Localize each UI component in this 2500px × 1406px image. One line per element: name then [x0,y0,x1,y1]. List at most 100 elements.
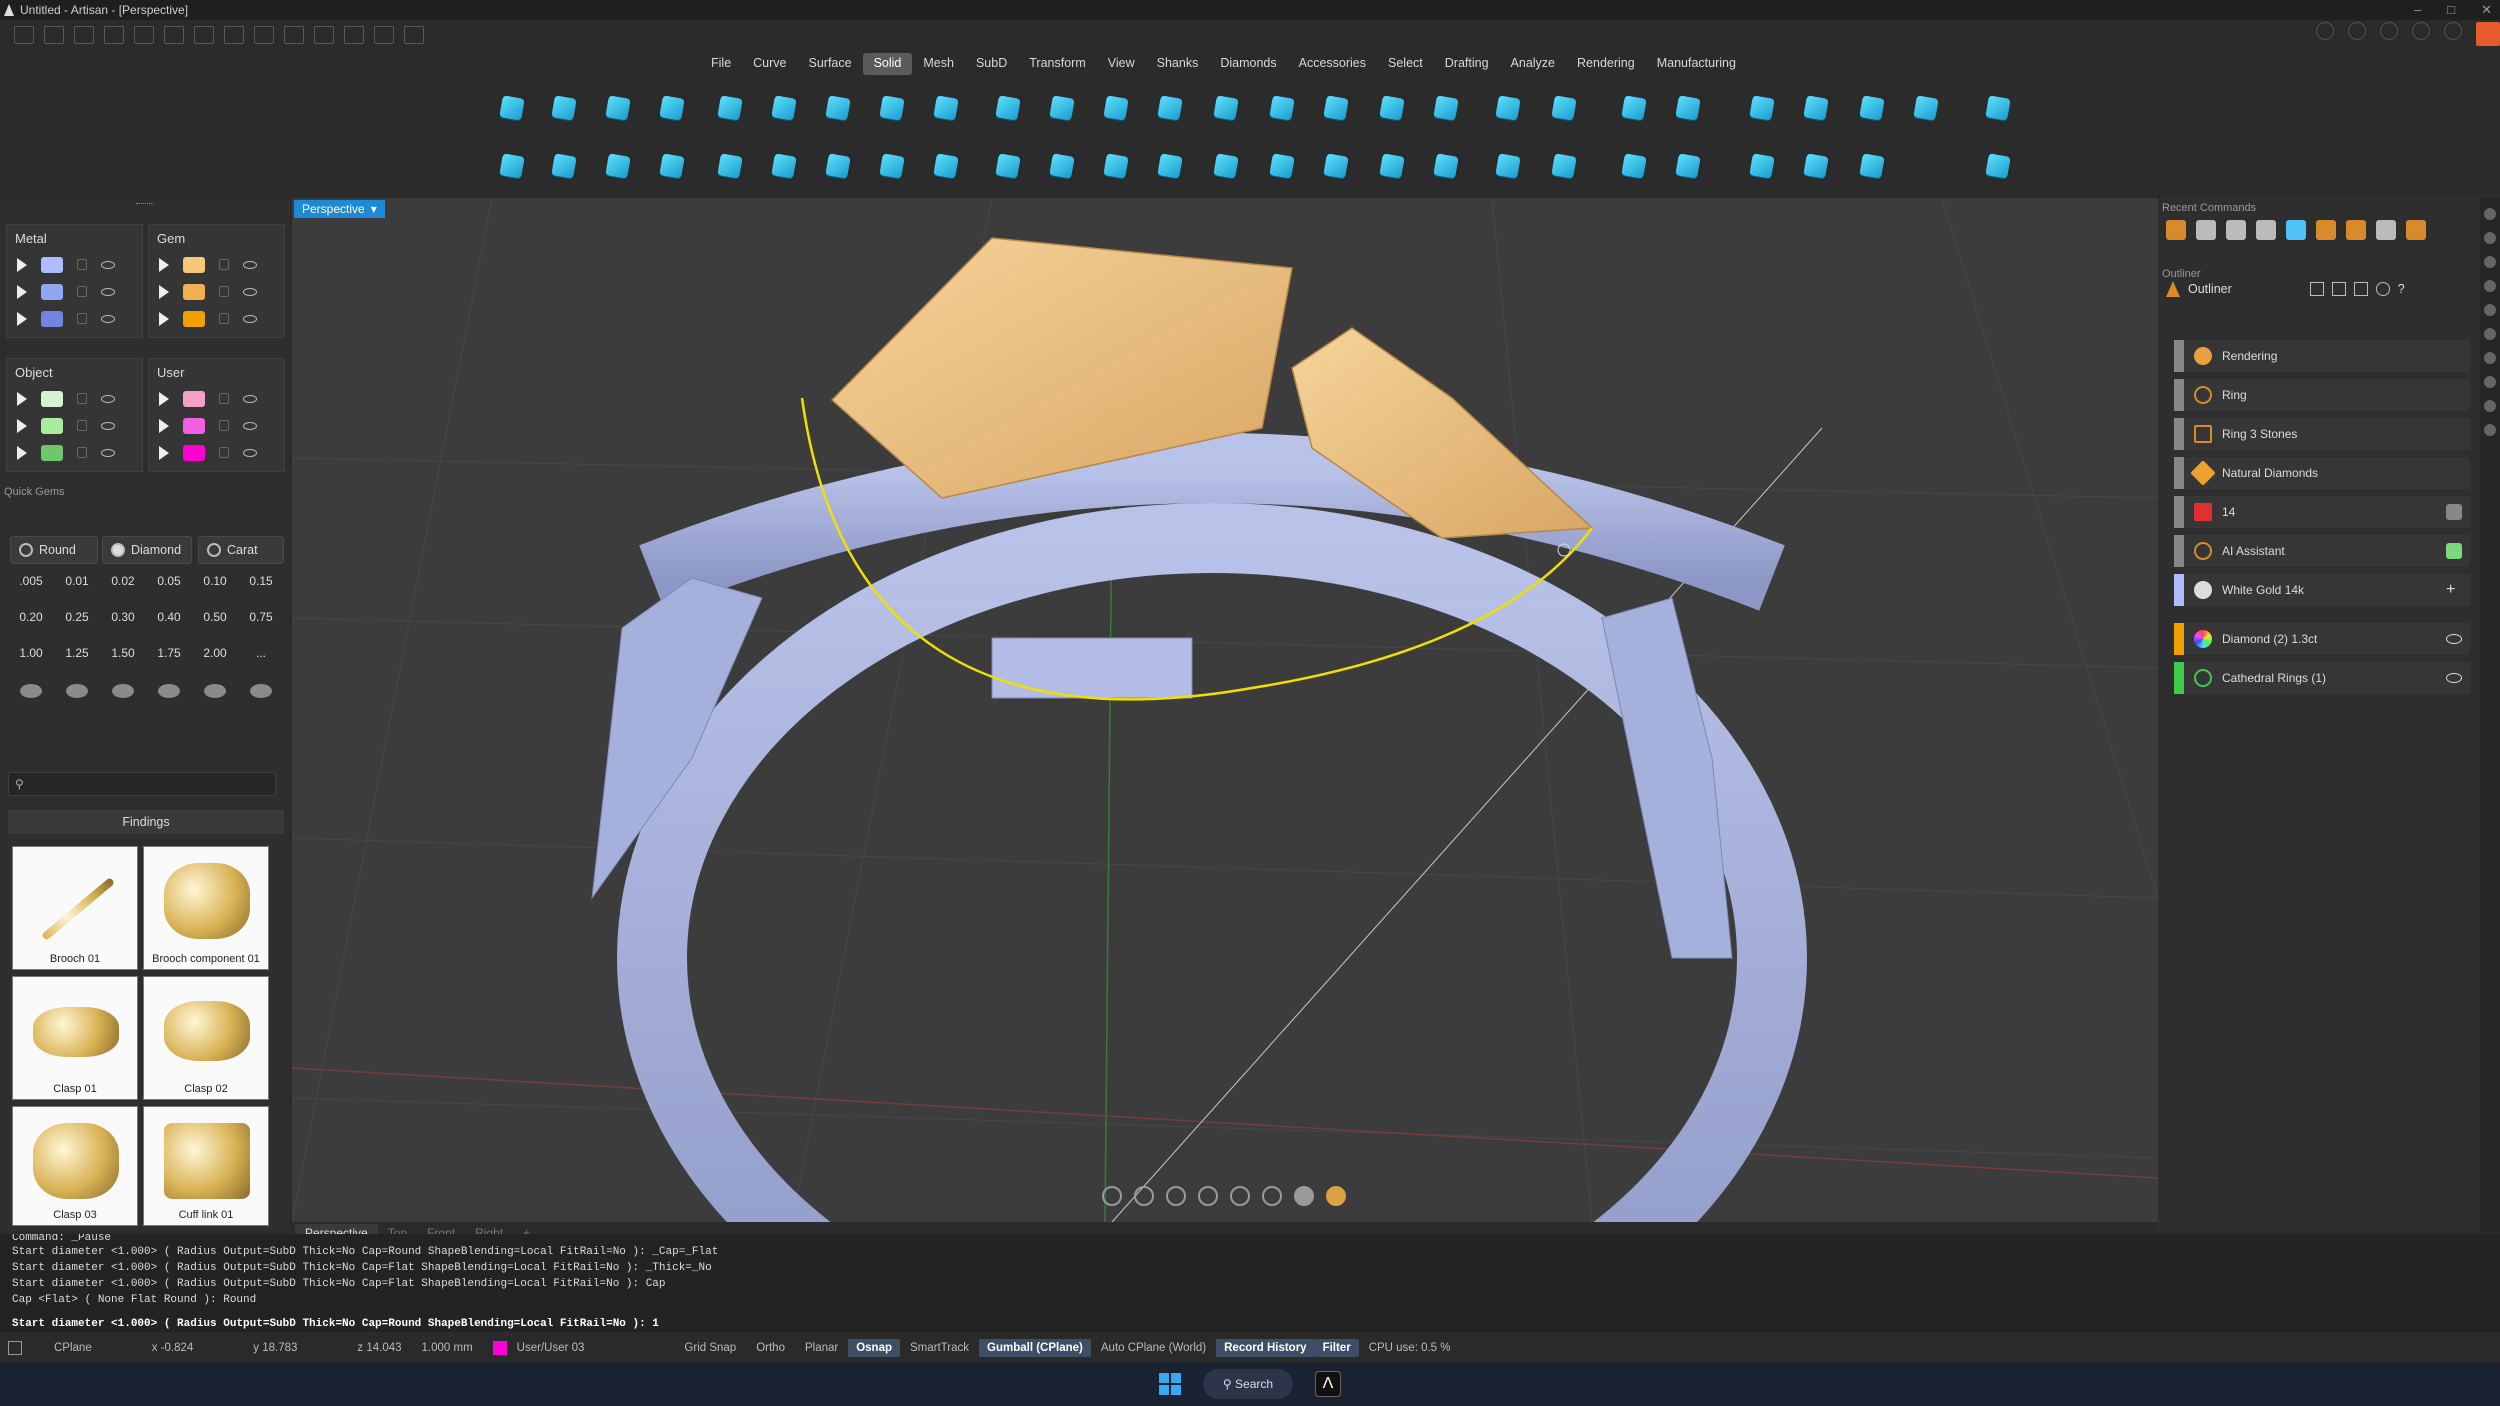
solid-tool-icon[interactable] [818,146,858,186]
current-layer[interactable]: User/User 03 [507,1342,595,1354]
layer-color-swatch[interactable] [41,390,63,407]
status-panel-icon[interactable] [8,1341,22,1355]
lock-icon[interactable] [219,313,229,324]
layer-row[interactable] [149,385,284,412]
lock-icon[interactable] [219,259,229,270]
play-icon[interactable] [159,391,169,406]
solid-tool-icon[interactable] [1852,88,1892,128]
gem-size-button[interactable]: 0.40 [146,606,192,628]
gem-size-button[interactable]: 0.10 [192,570,238,592]
tab-round[interactable]: Round [10,536,98,564]
solid-tool-icon[interactable] [764,146,804,186]
solid-tool-icon[interactable] [926,88,966,128]
open-recent-icon[interactable] [104,26,124,44]
lock-icon[interactable] [219,393,229,404]
menu-select[interactable]: Select [1377,53,1434,75]
gem-size-button[interactable]: 1.25 [54,642,100,664]
library-item[interactable]: Brooch component 01 [143,846,269,970]
solid-tool-icon[interactable] [652,146,692,186]
copy-icon[interactable] [314,26,334,44]
hat-icon[interactable] [2446,504,2462,520]
layer-color-swatch[interactable] [183,417,205,434]
gem-size-button[interactable]: 2.00 [192,642,238,664]
library-item[interactable]: Brooch 01 [12,846,138,970]
menu-rendering[interactable]: Rendering [1566,53,1646,75]
play-icon[interactable] [17,391,27,406]
gumball-toggle[interactable]: Gumball (CPlane) [979,1339,1091,1357]
gem-size-button[interactable]: 0.05 [146,570,192,592]
menu-accessories[interactable]: Accessories [1288,53,1377,75]
auto-cplane-toggle[interactable]: Auto CPlane (World) [1091,1342,1216,1354]
redo-icon[interactable] [164,26,184,44]
lock-icon[interactable] [77,313,87,324]
grid-snap-toggle[interactable]: Grid Snap [674,1342,746,1354]
recent-command-icon[interactable] [2406,220,2426,240]
gem-size-button[interactable]: 0.01 [54,570,100,592]
gem-size-button[interactable]: 1.75 [146,642,192,664]
gem-size-button[interactable]: .005 [8,570,54,592]
layer-row[interactable] [7,278,142,305]
recent-command-icon[interactable] [2316,220,2336,240]
globe-icon[interactable] [1230,1186,1250,1206]
layer-color-swatch[interactable] [41,283,63,300]
solid-tool-icon[interactable] [1262,146,1302,186]
eye-icon[interactable] [2446,634,2462,644]
green-square-icon[interactable] [2446,543,2462,559]
solid-tool-icon[interactable] [1150,88,1190,128]
library-search-input[interactable]: ⚲ [8,772,276,796]
tab-diamond[interactable]: Diamond [102,536,192,564]
recent-command-icon[interactable] [2256,220,2276,240]
lock-icon[interactable] [77,447,87,458]
solid-tool-icon[interactable] [492,146,532,186]
outliner-row-diamond[interactable]: Diamond (2) 1.3ct [2174,623,2470,655]
lock-icon[interactable] [77,259,87,270]
panel-icon[interactable] [2484,424,2496,436]
help-icon[interactable]: ? [2398,282,2405,296]
menu-drafting[interactable]: Drafting [1434,53,1500,75]
solid-tool-icon[interactable] [1614,146,1654,186]
solid-tool-icon[interactable] [544,88,584,128]
solid-tool-icon[interactable] [1372,146,1412,186]
solid-tool-icon[interactable] [1426,88,1466,128]
layer-color-swatch[interactable] [183,390,205,407]
play-icon[interactable] [17,445,27,460]
gem-size-button[interactable]: 0.75 [238,606,284,628]
panel-icon[interactable] [2484,328,2496,340]
layer-color-swatch[interactable] [183,256,205,273]
perspective-viewport[interactable] [292,198,2158,1222]
minimize-button[interactable]: – [2414,2,2421,18]
recent-command-icon[interactable] [2346,220,2366,240]
undo-icon[interactable] [134,26,154,44]
solid-tool-icon[interactable] [598,146,638,186]
cplane-label[interactable]: CPlane [44,1342,102,1354]
gem-size-button[interactable]: 1.00 [8,642,54,664]
library-item[interactable]: Clasp 02 [143,976,269,1100]
recent-command-icon[interactable] [2196,220,2216,240]
layer-row[interactable] [149,412,284,439]
eye-icon[interactable] [101,260,115,269]
ortho-toggle[interactable]: Ortho [746,1342,795,1354]
units-label[interactable]: 1.000 mm [412,1342,483,1354]
help-icon[interactable] [2412,22,2430,40]
menu-view[interactable]: View [1097,53,1146,75]
outliner-row-natural-diamonds[interactable]: Natural Diamonds [2174,457,2470,489]
layer-color-swatch[interactable] [41,417,63,434]
menu-subd[interactable]: SubD [965,53,1018,75]
open-folder-icon[interactable] [74,26,94,44]
solid-tool-icon[interactable] [492,88,532,128]
windows-start-icon[interactable] [1159,1373,1181,1395]
outliner-row-ring[interactable]: Ring [2174,379,2470,411]
solid-tool-icon[interactable] [1206,146,1246,186]
rendered-sphere-icon[interactable] [1326,1186,1346,1206]
gem-shape-icon[interactable] [158,684,180,698]
outliner-row-rendering[interactable]: Rendering [2174,340,2470,372]
outliner-row-14[interactable]: 14 [2174,496,2470,528]
recent-command-icon[interactable] [2226,220,2246,240]
save-all-icon[interactable] [254,26,274,44]
solid-tool-icon[interactable] [710,88,750,128]
panel-icon[interactable] [2484,208,2496,220]
solid-tool-icon[interactable] [1796,88,1836,128]
play-icon[interactable] [17,418,27,433]
layer-row[interactable] [7,251,142,278]
eye-icon[interactable] [243,287,257,296]
